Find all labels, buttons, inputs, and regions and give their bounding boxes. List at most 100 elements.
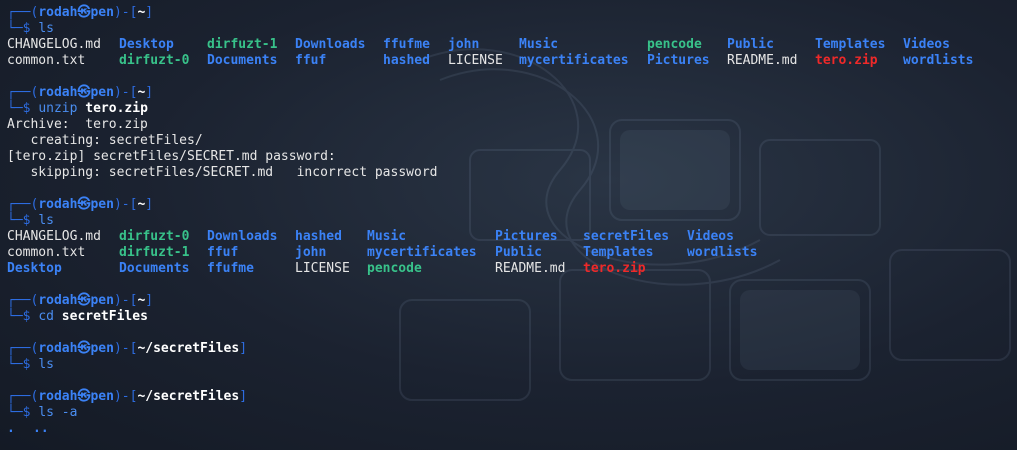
output-line: skipping: secretFiles/SECRET.md incorrec…	[7, 165, 438, 180]
ls-entry-dirw[interactable]: dirfuzt-1	[207, 37, 277, 53]
prompt-host: pen	[90, 85, 114, 100]
prompt-user: rodah	[38, 197, 78, 212]
output-line: creating: secretFiles/	[7, 133, 203, 148]
prompt-frame-left: ┌──(	[7, 389, 39, 404]
ls-entry-dirw[interactable]: pencode	[647, 37, 702, 53]
ls-entry-dir[interactable]: Music	[367, 229, 406, 245]
ls-entry-zip[interactable]: tero.zip	[583, 261, 646, 277]
prompt-user: rodah	[38, 293, 78, 308]
ls-row: common.txt dirfuzt-0 Documents ffuf hashed LI…	[7, 53, 1017, 69]
ls-entry-dir[interactable]: Music	[519, 37, 558, 53]
prompt-frame-left: ┌──(	[7, 341, 39, 356]
ls-entry-dir[interactable]: Documents	[207, 53, 277, 69]
prompt-at-symbol: ㉿	[77, 389, 91, 404]
prompt-line-top: ┌──(rodah㉿pen)-[~]	[7, 293, 1017, 309]
prompt-host: pen	[90, 5, 114, 20]
prompt-line-command: └─$ unzip tero.zip	[7, 101, 1017, 117]
ls-entry-dir[interactable]: Desktop	[7, 261, 62, 277]
prompt-at-symbol: ㉿	[77, 293, 91, 308]
prompt-at-symbol: ㉿	[77, 341, 91, 356]
prompt-line-command: └─$ ls	[7, 213, 1017, 229]
command-argument[interactable]: secretFiles	[62, 309, 148, 324]
ls-entry-dir[interactable]: mycertificates	[519, 53, 629, 69]
ls-entry-zip[interactable]: tero.zip	[815, 53, 878, 69]
ls-entry-dir[interactable]: ffufme	[207, 261, 254, 277]
prompt-line-command: └─$ ls	[7, 357, 1017, 373]
ls-entry-dir[interactable]: wordlists	[687, 245, 757, 261]
prompt-frame-left: ┌──(	[7, 293, 39, 308]
ls-entry-dir[interactable]: wordlists	[903, 53, 973, 69]
ls-entry-dir[interactable]: Templates	[815, 37, 885, 53]
prompt-line-command: └─$ ls	[7, 21, 1017, 37]
prompt-frame-mid: )-[	[113, 85, 138, 100]
prompt-line-command: └─$ cd secretFiles	[7, 309, 1017, 325]
prompt-frame-mid: )-[	[113, 389, 138, 404]
ls-entry-file: README.md	[495, 261, 566, 276]
prompt-line-command: └─$ ls -a	[7, 405, 1017, 421]
prompt-host: pen	[90, 197, 114, 212]
ls-entry-dir[interactable]: ..	[33, 421, 49, 437]
ls-entry-dir[interactable]: Videos	[903, 37, 950, 53]
prompt-at-symbol: ㉿	[77, 5, 91, 20]
ls-entry-dir[interactable]: Pictures	[495, 229, 558, 245]
prompt-frame-right: ]	[239, 341, 248, 356]
prompt-cwd: ~/secretFiles	[137, 389, 240, 404]
prompt-frame-right: ]	[145, 85, 154, 100]
ls-entry-dir[interactable]: .	[7, 421, 15, 437]
ls-entry-dir[interactable]: Downloads	[207, 229, 277, 245]
ls-entry-dir[interactable]: secretFiles	[583, 229, 669, 245]
command-text[interactable]: ls	[38, 213, 54, 228]
ls-entry-dirw[interactable]: dirfuzt-0	[119, 53, 189, 69]
ls-entry-dir[interactable]: Templates	[583, 245, 653, 261]
ls-entry-dir[interactable]: john	[295, 245, 326, 261]
ls-row: Desktop Documents ffufme LICENSE pencode READ…	[7, 261, 1017, 277]
prompt-line-top: ┌──(rodah㉿pen)-[~]	[7, 85, 1017, 101]
prompt-arrow: └─$	[7, 101, 39, 116]
ls-entry-dir[interactable]: john	[448, 37, 479, 53]
ls-entry-dir[interactable]: ffuf	[207, 245, 238, 261]
ls-entry-dir[interactable]: Videos	[687, 229, 734, 245]
output-line: [tero.zip] secretFiles/SECRET.md passwor…	[7, 149, 336, 164]
prompt-arrow: └─$	[7, 357, 39, 372]
output-line: Archive: tero.zip	[7, 117, 148, 132]
ls-row: CHANGELOG.md dirfuzt-0 Downloads hashed Musi…	[7, 229, 1017, 245]
prompt-user: rodah	[38, 85, 78, 100]
command-text[interactable]: ls	[38, 21, 54, 36]
ls-entry-dir[interactable]: Desktop	[119, 37, 174, 53]
ls-entry-dir[interactable]: mycertificates	[367, 245, 477, 261]
ls-entry-dir[interactable]: Downloads	[295, 37, 365, 53]
ls-entry-dir[interactable]: hashed	[295, 229, 342, 245]
prompt-frame-left: ┌──(	[7, 197, 39, 212]
ls-entry-dirw[interactable]: dirfuzt-0	[119, 229, 189, 245]
command-text[interactable]: ls -a	[38, 405, 77, 420]
ls-entry-dirw[interactable]: dirfuzt-1	[119, 245, 189, 261]
ls-entry-dir[interactable]: Public	[495, 245, 542, 261]
command-text[interactable]: cd	[38, 309, 54, 324]
ls-entry-dir[interactable]: Public	[727, 37, 774, 53]
prompt-user: rodah	[38, 389, 78, 404]
prompt-frame-left: ┌──(	[7, 5, 39, 20]
ls-entry-file: CHANGELOG.md	[7, 229, 101, 244]
prompt-frame-mid: )-[	[113, 197, 138, 212]
ls-entry-file: LICENSE	[295, 261, 350, 276]
prompt-line-top: ┌──(rodah㉿pen)-[~/secretFiles]	[7, 341, 1017, 357]
prompt-host: pen	[90, 341, 114, 356]
terminal-output: ┌──(rodah㉿pen)-[~] └─$ ls CHANGELOG.md Desk…	[7, 5, 1017, 437]
ls-entry-dir[interactable]: Pictures	[647, 53, 710, 69]
ls-entry-dir[interactable]: ffuf	[295, 53, 326, 69]
ls-entry-dir[interactable]: ffufme	[383, 37, 430, 53]
prompt-line-top: ┌──(rodah㉿pen)-[~]	[7, 5, 1017, 21]
command-argument[interactable]: tero.zip	[85, 101, 148, 116]
prompt-arrow: └─$	[7, 213, 39, 228]
ls-entry-dir[interactable]: Documents	[119, 261, 189, 277]
prompt-frame-right: ]	[145, 5, 154, 20]
prompt-frame-right: ]	[239, 389, 248, 404]
command-text[interactable]: ls	[38, 357, 54, 372]
ls-entry-dir[interactable]: hashed	[383, 53, 430, 69]
ls-entry-dirw[interactable]: pencode	[367, 261, 422, 277]
command-text[interactable]: unzip	[38, 101, 77, 116]
ls-entry-file: README.md	[727, 53, 798, 68]
